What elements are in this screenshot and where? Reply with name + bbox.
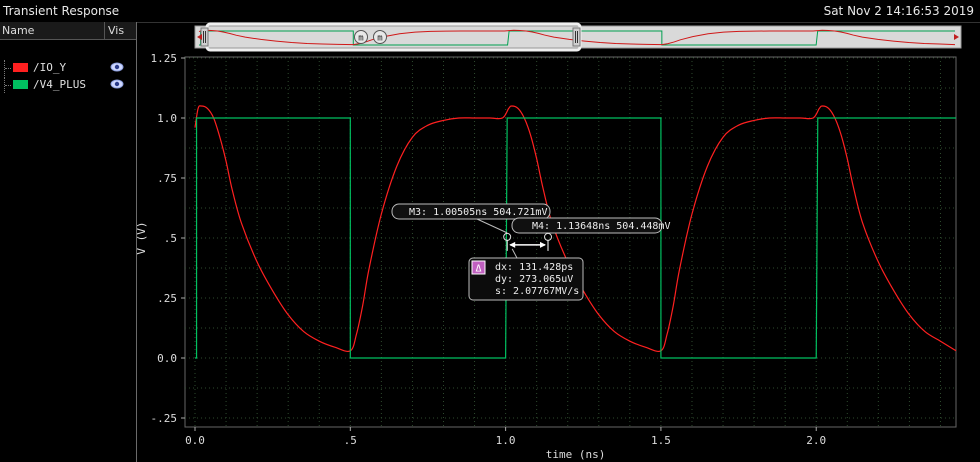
delta-symbol: Δ (475, 264, 481, 275)
legend-label: /IO_Y (33, 61, 67, 74)
legend-col-vis[interactable]: Vis (104, 22, 124, 39)
y-tick-label: .75 (157, 172, 177, 185)
plot-area[interactable]: 1.25 1.0 .75 .5 .25 0.0 -.25 0.0 .5 1.0 1.5 2.0 V … (137, 52, 957, 461)
y-tick-label: .5 (164, 232, 177, 245)
x-tick-label: 1.5 (651, 434, 671, 447)
y-tick-label: 1.25 (151, 52, 178, 65)
legend-item-v4-plus[interactable]: /V4_PLUS (4, 77, 132, 93)
overview-handle-right[interactable] (572, 27, 581, 47)
x-axis: 0.0 .5 1.0 1.5 2.0 (185, 427, 826, 447)
overview-handle-left[interactable] (200, 27, 209, 47)
y-tick-label: 1.0 (157, 112, 177, 125)
marker-button-label: m (358, 34, 363, 44)
legend-swatch (13, 63, 28, 72)
legend-header: Name Vis (0, 22, 136, 40)
legend-item-io-y[interactable]: /IO_Y (4, 60, 132, 76)
y-axis: 1.25 1.0 .75 .5 .25 0.0 -.25 (151, 52, 185, 425)
title-bar: Transient Response Sat Nov 2 14:16:53 20… (0, 0, 980, 23)
chart-area[interactable]: m m 1.25 1.0 .75 .5 .25 0.0 -.25 0.0 .5 1.0 1.5 2.… (137, 22, 980, 462)
x-tick-label: .5 (344, 434, 357, 447)
x-axis-label: time (ns) (546, 448, 606, 461)
y-tick-label: -.25 (151, 412, 178, 425)
eye-icon[interactable] (110, 61, 124, 73)
eye-icon[interactable] (110, 78, 124, 90)
datetime-label: Sat Nov 2 14:16:53 2019 (823, 4, 974, 18)
y-tick-label: .25 (157, 292, 177, 305)
marker-button-1[interactable]: m (354, 30, 368, 44)
marker-label: M3: 1.00505ns 504.721mV (409, 207, 547, 218)
marker-button-label: m (377, 34, 382, 44)
y-tick-label: 0.0 (157, 352, 177, 365)
delta-line-text: s: 2.07767MV/s (495, 286, 579, 297)
tree-connector (4, 60, 13, 76)
plot-border (184, 56, 957, 428)
window-title: Transient Response (3, 4, 120, 18)
delta-line-text: dy: 273.065uV (495, 274, 573, 285)
marker-label: M4: 1.13648ns 504.448mV (532, 221, 670, 232)
legend-label: /V4_PLUS (33, 78, 86, 91)
legend-col-name[interactable]: Name (2, 24, 34, 37)
legend-panel: Name Vis /IO_Y /V4_PLUS (0, 22, 137, 462)
x-tick-label: 1.0 (496, 434, 516, 447)
y-axis-label: V (V) (137, 221, 148, 254)
tree-connector (4, 77, 13, 93)
overview-strip[interactable]: m m (194, 22, 962, 52)
legend-swatch (13, 80, 28, 89)
x-tick-label: 2.0 (806, 434, 826, 447)
x-tick-label: 0.0 (185, 434, 205, 447)
marker-button-2[interactable]: m (373, 30, 387, 44)
delta-line-text: dx: 131.428ps (495, 262, 573, 273)
